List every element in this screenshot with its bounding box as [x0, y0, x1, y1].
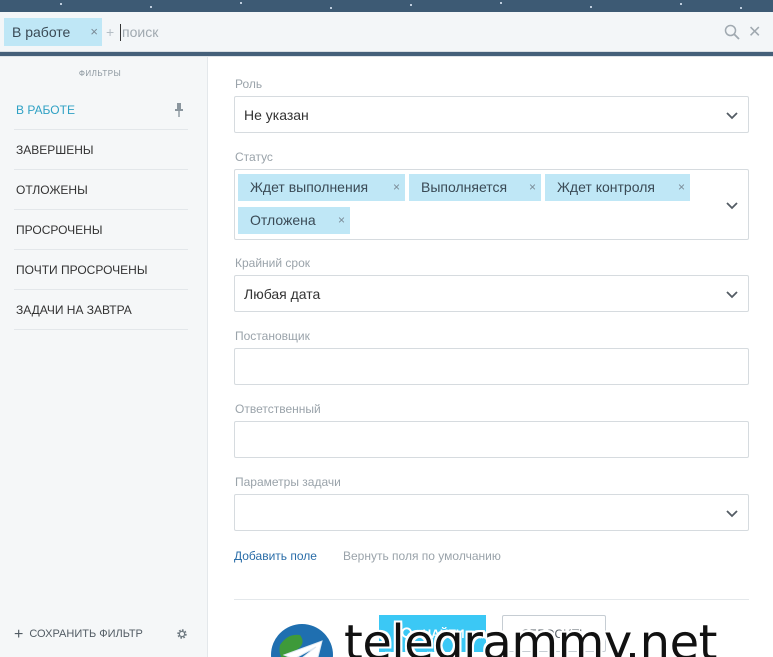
status-tag-label: Ждет выполнения [250, 179, 369, 195]
filter-item-label: Задачи на завтра [16, 303, 132, 317]
clear-search-icon[interactable]: ✕ [748, 22, 761, 42]
active-filter-chip-label: В работе [12, 24, 71, 40]
filter-sidebar: ФИЛЬТРЫ В работе Завершены Отложены Прос… [0, 57, 208, 657]
filter-item-in-progress[interactable]: В работе [14, 90, 188, 130]
responsible-field[interactable] [234, 421, 749, 458]
chevron-down-icon [726, 291, 738, 299]
status-multiselect[interactable]: Ждет выполнения × Выполняется × Ждет кон… [234, 169, 749, 240]
filter-item-label: Завершены [16, 143, 94, 157]
tag-close-icon[interactable]: × [529, 174, 536, 201]
chevron-down-icon [726, 202, 738, 210]
chevron-down-icon [726, 510, 738, 518]
status-tag: Отложена × [238, 207, 350, 234]
creator-field[interactable] [234, 348, 749, 385]
restore-default-fields-link[interactable]: Вернуть поля по умолчанию [343, 549, 501, 563]
deadline-select[interactable]: Любая дата [234, 275, 749, 312]
active-filter-chip[interactable]: В работе × [4, 18, 102, 46]
tag-close-icon[interactable]: × [678, 174, 685, 201]
chevron-down-icon [726, 112, 738, 120]
search-input[interactable] [122, 22, 682, 42]
filter-list: В работе Завершены Отложены Просрочены П… [14, 90, 188, 330]
sidebar-title: ФИЛЬТРЫ [78, 69, 122, 78]
status-tag: Выполняется × [409, 174, 541, 201]
role-select[interactable]: Не указан [234, 96, 749, 133]
telegram-globe-logo [271, 624, 333, 657]
divider [234, 599, 749, 600]
filter-item-almost-overdue[interactable]: Почти просрочены [14, 250, 188, 290]
params-label: Параметры задачи [235, 475, 341, 489]
status-tag: Ждет выполнения × [238, 174, 405, 201]
status-tag-label: Ждет контроля [557, 179, 655, 195]
chip-close-icon[interactable]: × [90, 18, 98, 46]
filter-search-bar: В работе × + ✕ [0, 12, 773, 52]
search-icon[interactable] [724, 24, 740, 40]
add-chip-icon[interactable]: + [106, 24, 114, 40]
tag-close-icon[interactable]: × [338, 207, 345, 234]
params-select[interactable] [234, 494, 749, 531]
add-field-link[interactable]: Добавить поле [234, 549, 317, 563]
status-tag-label: Отложена [250, 212, 316, 228]
save-filter-button[interactable]: + СОХРАНИТЬ ФИЛЬТР [14, 626, 143, 644]
filter-item-label: Просрочены [16, 223, 103, 237]
deadline-label: Крайний срок [235, 256, 311, 270]
gear-icon[interactable] [176, 628, 188, 640]
plus-icon: + [14, 626, 24, 643]
filter-item-tomorrow[interactable]: Задачи на завтра [14, 290, 188, 330]
pin-icon[interactable] [174, 103, 184, 117]
filter-item-label: Отложены [16, 183, 88, 197]
deadline-value: Любая дата [244, 286, 321, 302]
filter-item-completed[interactable]: Завершены [14, 130, 188, 170]
role-label: Роль [235, 77, 263, 91]
top-background-strip [0, 0, 773, 12]
responsible-label: Ответственный [235, 402, 321, 416]
text-caret [120, 24, 121, 41]
filter-popup: ФИЛЬТРЫ В работе Завершены Отложены Прос… [0, 56, 773, 657]
status-tag: Ждет контроля × [545, 174, 690, 201]
creator-label: Постановщик [235, 329, 310, 343]
watermark-text: telegrammy.net [344, 615, 717, 657]
filter-item-deferred[interactable]: Отложены [14, 170, 188, 210]
status-label: Статус [235, 150, 273, 164]
status-tag-label: Выполняется [421, 179, 508, 195]
filter-item-overdue[interactable]: Просрочены [14, 210, 188, 250]
save-filter-label: СОХРАНИТЬ ФИЛЬТР [29, 628, 143, 640]
role-value: Не указан [244, 107, 309, 123]
filter-item-label: В работе [16, 103, 75, 117]
tag-close-icon[interactable]: × [393, 174, 400, 201]
filter-item-label: Почти просрочены [16, 263, 148, 277]
